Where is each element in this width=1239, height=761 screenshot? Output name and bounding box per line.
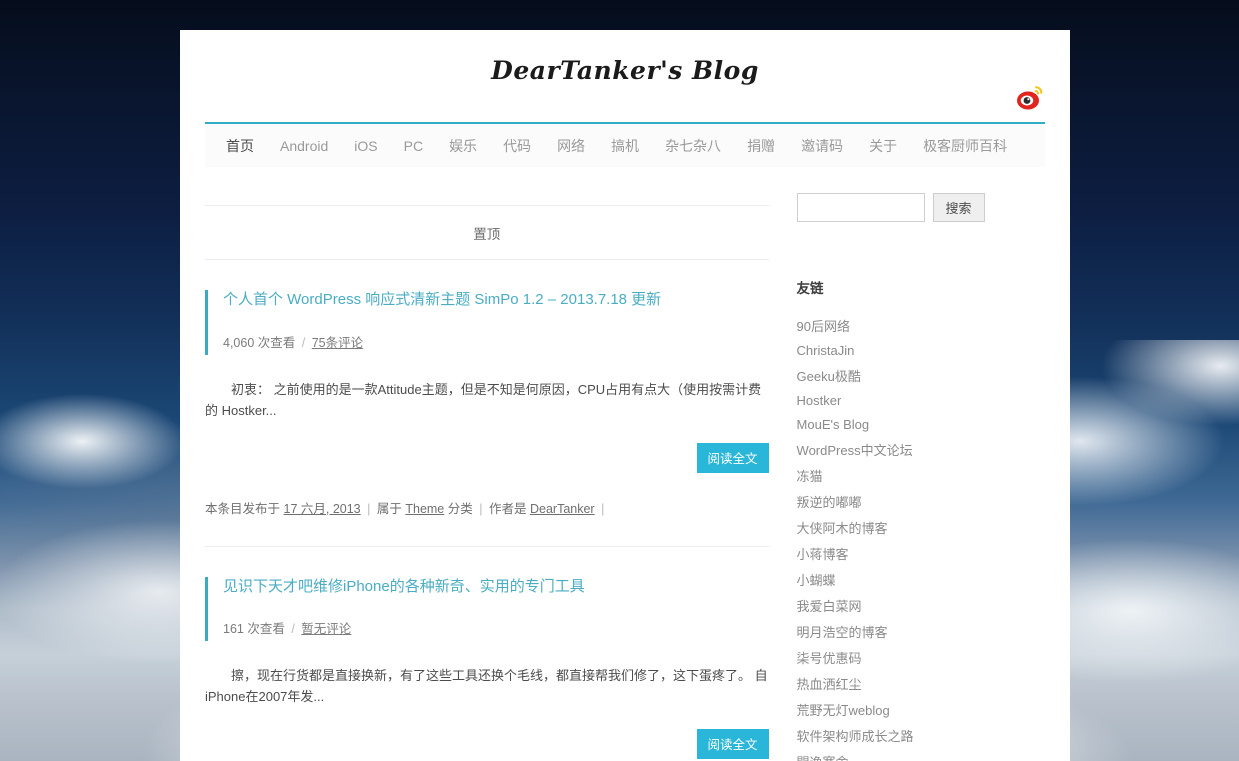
post-view-count: 161 次查看 [223, 622, 285, 636]
links-widget-title: 友链 [797, 277, 1045, 297]
search-button[interactable]: 搜索 [933, 193, 985, 222]
nav-item-pc[interactable]: PC [391, 138, 436, 154]
site-header: DearTanker's Blog [180, 30, 1070, 122]
page-columns: 置顶 个人首个 WordPress 响应式清新主题 SimPo 1.2 – 20… [180, 167, 1070, 761]
list-item: 大侠阿木的博客 [797, 515, 1045, 541]
site-title: DearTanker's Blog [180, 30, 1070, 85]
posted-prefix: 本条目发布于 [205, 502, 280, 516]
post-view-count: 4,060 次查看 [223, 336, 295, 350]
post-date-link[interactable]: 17 六月, 2013 [284, 502, 361, 516]
friend-link[interactable]: 小蝴蝶 [797, 573, 836, 588]
nav-item-entertainment[interactable]: 娱乐 [436, 136, 490, 156]
friend-link[interactable]: 冻猫 [797, 469, 823, 484]
list-item: 我爱白菜网 [797, 593, 1045, 619]
meta-trailing: | [598, 502, 607, 516]
list-item: ChristaJin [797, 339, 1045, 363]
friend-link[interactable]: 90后网络 [797, 319, 850, 334]
list-item: WordPress中文论坛 [797, 437, 1045, 463]
list-item: Hostker [797, 389, 1045, 413]
post-title-link[interactable]: 个人首个 WordPress 响应式清新主题 SimPo 1.2 – 2013.… [223, 290, 769, 310]
post-meta: 161 次查看 / 暂无评论 [223, 596, 769, 641]
list-item: 90后网络 [797, 313, 1045, 339]
friend-link[interactable]: 閑逸寒舍 [797, 755, 849, 761]
nav-item-devices[interactable]: 搞机 [598, 136, 652, 156]
search-widget: 搜索 [797, 193, 1045, 222]
post-author-link[interactable]: DearTanker [530, 502, 595, 516]
nav-item-android[interactable]: Android [267, 138, 341, 154]
meta-separator: | [364, 502, 373, 516]
post-header: 个人首个 WordPress 响应式清新主题 SimPo 1.2 – 2013.… [205, 290, 769, 355]
nav-item-donate[interactable]: 捐赠 [734, 136, 788, 156]
post-category-link[interactable]: Theme [405, 502, 444, 516]
main-navigation: 首页 Android iOS PC 娱乐 代码 网络 搞机 杂七杂八 捐赠 邀请… [205, 122, 1045, 167]
friend-link[interactable]: 明月浩空的博客 [797, 625, 888, 640]
list-item: Geeku极酷 [797, 363, 1045, 389]
friend-link[interactable]: ChristaJin [797, 343, 855, 358]
post-item: 个人首个 WordPress 响应式清新主题 SimPo 1.2 – 2013.… [205, 260, 769, 546]
friend-link[interactable]: 大侠阿木的博客 [797, 521, 888, 536]
list-item: 明月浩空的博客 [797, 619, 1045, 645]
friend-link[interactable]: MouE's Blog [797, 417, 870, 432]
friend-link[interactable]: 小蒋博客 [797, 547, 849, 562]
nav-item-misc[interactable]: 杂七杂八 [652, 136, 734, 156]
post-excerpt: 擦，现在行货都是直接换新，有了这些工具还换个毛线，都直接帮我们修了，这下蛋疼了。… [205, 641, 769, 707]
nav-item-about[interactable]: 关于 [856, 136, 910, 156]
sticky-label: 置顶 [205, 206, 769, 259]
author-prefix: 作者是 [489, 502, 527, 516]
weibo-icon[interactable] [1015, 82, 1045, 112]
list-item: 热血洒红尘 [797, 671, 1045, 697]
category-prefix: 属于 [377, 502, 402, 516]
list-item: 软件架构师成长之路 [797, 723, 1045, 749]
nav-item-code[interactable]: 代码 [490, 136, 544, 156]
nav-list: 首页 Android iOS PC 娱乐 代码 网络 搞机 杂七杂八 捐赠 邀请… [205, 124, 1045, 167]
nav-item-ios[interactable]: iOS [341, 138, 390, 154]
friend-link[interactable]: 叛逆的嘟嘟 [797, 495, 862, 510]
post-item: 见识下天才吧维修iPhone的各种新奇、实用的专门工具 161 次查看 / 暂无… [205, 547, 769, 761]
nav-item-network[interactable]: 网络 [544, 136, 598, 156]
friend-link[interactable]: 荒野无灯weblog [797, 703, 890, 718]
post-title-link[interactable]: 见识下天才吧维修iPhone的各种新奇、实用的专门工具 [223, 577, 769, 597]
meta-separator: | [476, 502, 485, 516]
friend-link[interactable]: 热血洒红尘 [797, 677, 862, 692]
list-item: 荒野无灯weblog [797, 697, 1045, 723]
list-item: 閑逸寒舍 [797, 749, 1045, 761]
friend-link[interactable]: WordPress中文论坛 [797, 443, 913, 458]
meta-separator: / [288, 622, 297, 636]
post-comments-link[interactable]: 75条评论 [312, 336, 363, 350]
main-content: 置顶 个人首个 WordPress 响应式清新主题 SimPo 1.2 – 20… [205, 167, 769, 761]
list-item: 冻猫 [797, 463, 1045, 489]
read-more-button[interactable]: 阅读全文 [697, 729, 769, 759]
read-more-row: 阅读全文 [205, 421, 769, 473]
content-panel: DearTanker's Blog 首页 Android iOS PC 娱乐 代… [180, 30, 1070, 761]
sidebar: 搜索 友链 90后网络 ChristaJin Geeku极酷 Hostker M… [797, 167, 1045, 761]
list-item: 小蝴蝶 [797, 567, 1045, 593]
list-item: 柒号优惠码 [797, 645, 1045, 671]
post-meta: 4,060 次查看 / 75条评论 [223, 310, 769, 355]
post-footer-meta: 本条目发布于 17 六月, 2013 | 属于 Theme 分类 | 作者是 D… [205, 473, 769, 546]
post-header: 见识下天才吧维修iPhone的各种新奇、实用的专门工具 161 次查看 / 暂无… [205, 577, 769, 642]
nav-item-home[interactable]: 首页 [213, 136, 267, 156]
list-item: MouE's Blog [797, 413, 1045, 437]
post-comments-link[interactable]: 暂无评论 [301, 622, 351, 636]
friend-links-list: 90后网络 ChristaJin Geeku极酷 Hostker MouE's … [797, 313, 1045, 761]
meta-separator: / [299, 336, 308, 350]
friend-link[interactable]: 软件架构师成长之路 [797, 729, 914, 744]
friend-link[interactable]: Hostker [797, 393, 842, 408]
friend-link[interactable]: 柒号优惠码 [797, 651, 862, 666]
list-item: 小蒋博客 [797, 541, 1045, 567]
post-excerpt: 初衷： 之前使用的是一款Attitude主题，但是不知是何原因，CPU占用有点大… [205, 355, 769, 421]
category-suffix: 分类 [448, 502, 473, 516]
search-input[interactable] [797, 193, 925, 222]
read-more-button[interactable]: 阅读全文 [697, 443, 769, 473]
nav-item-invite-code[interactable]: 邀请码 [788, 136, 856, 156]
nav-item-geek-chef-wiki[interactable]: 极客厨师百科 [910, 136, 1020, 156]
list-item: 叛逆的嘟嘟 [797, 489, 1045, 515]
friend-link[interactable]: Geeku极酷 [797, 369, 861, 384]
friend-link[interactable]: 我爱白菜网 [797, 599, 862, 614]
read-more-row: 阅读全文 [205, 707, 769, 759]
